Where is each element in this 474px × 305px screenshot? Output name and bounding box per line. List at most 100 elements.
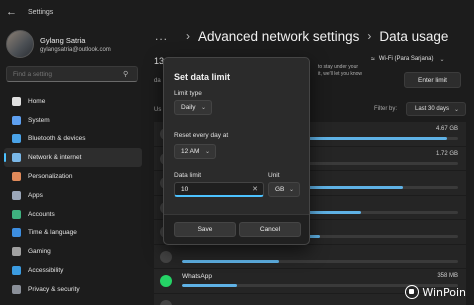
- apps-icon: [12, 190, 21, 200]
- search-icon: ⚲: [123, 71, 129, 78]
- chevron-down-icon: ⌄: [453, 106, 459, 113]
- app-data-size: 1.72 GB: [435, 150, 458, 157]
- reset-time-value: 12 AM: [181, 148, 200, 155]
- chevron-down-icon: ⌄: [288, 187, 294, 193]
- sidebar-nav: Home System Bluetooth & devices Network & i…: [4, 92, 142, 299]
- sidebar-item-label: Accounts: [28, 210, 55, 218]
- filter-label: Filter by:: [374, 106, 398, 112]
- reset-time-select[interactable]: 12 AM ⌄: [174, 144, 216, 159]
- filter-select[interactable]: Last 30 days ⌄: [406, 102, 466, 116]
- sidebar-item-home[interactable]: Home: [4, 92, 142, 111]
- chevron-right-icon: ›: [367, 29, 372, 43]
- app-icon: [160, 299, 172, 305]
- limit-type-label: Limit type: [174, 90, 202, 97]
- dialog-footer: Save Cancel: [164, 214, 309, 244]
- sidebar-item-accessibility[interactable]: Accessibility: [4, 261, 142, 280]
- data-limit-input[interactable]: [181, 185, 247, 193]
- filter-value: Last 30 days: [415, 106, 450, 112]
- page-title: Data usage: [379, 28, 449, 44]
- chevron-down-icon: ⌄: [439, 56, 445, 63]
- sidebar-item-privacy-security[interactable]: Privacy & security: [4, 280, 142, 299]
- shield-icon: [12, 284, 21, 294]
- sidebar-item-label: Home: [28, 97, 46, 105]
- list-item[interactable]: [154, 244, 466, 269]
- save-button[interactable]: Save: [174, 222, 236, 237]
- sidebar-item-label: Time & language: [28, 229, 77, 237]
- avatar: [6, 30, 34, 58]
- home-icon: [12, 96, 21, 106]
- sidebar-item-label: Privacy & security: [28, 285, 80, 293]
- chevron-down-icon: ⌄: [200, 105, 206, 111]
- gamepad-icon: [12, 247, 21, 257]
- network-name: Wi-Fi (Para Sarjana): [378, 56, 434, 62]
- person-icon: [12, 209, 21, 219]
- cancel-button[interactable]: Cancel: [239, 222, 301, 237]
- app-data-size: 4.67 GB: [435, 126, 458, 132]
- clear-icon[interactable]: ✕: [252, 185, 258, 193]
- sidebar-item-gaming[interactable]: Gaming: [4, 242, 142, 261]
- sidebar-item-label: Personalization: [28, 173, 73, 181]
- sidebar-item-personalization[interactable]: Personalization: [4, 167, 142, 186]
- sidebar-item-label: Gaming: [28, 248, 51, 256]
- enter-limit-button[interactable]: Enter limit: [404, 72, 461, 88]
- sidebar-item-apps[interactable]: Apps: [4, 186, 142, 205]
- usage-bar-fill: [182, 259, 279, 263]
- user-profile[interactable]: Gylang Satria gylangsatria@outlook.com: [6, 30, 111, 58]
- limit-type-select[interactable]: Daily ⌄: [174, 100, 212, 115]
- sidebar-item-label: Network & internet: [28, 154, 82, 162]
- chevron-down-icon: ⌄: [204, 149, 210, 155]
- find-setting-box[interactable]: ⚲: [6, 66, 138, 82]
- sidebar-item-label: Apps: [28, 191, 43, 199]
- usage-bar: [182, 259, 458, 263]
- unit-select[interactable]: GB ⌄: [268, 182, 300, 197]
- sidebar: Gylang Satria gylangsatria@outlook.com ⚲…: [0, 24, 146, 305]
- user-name: Gylang Satria: [40, 35, 86, 45]
- sidebar-item-time-language[interactable]: Time & language: [4, 224, 142, 243]
- window-title: Settings: [28, 8, 54, 16]
- limit-type-value: Daily: [181, 104, 196, 111]
- breadcrumb: ... › Advanced network settings › Data u…: [155, 26, 448, 46]
- usage-sub-fragment: da: [154, 78, 161, 84]
- watermark-text: WinPoin: [422, 285, 466, 299]
- sidebar-item-label: System: [28, 116, 50, 124]
- user-email: gylangsatria@outlook.com: [40, 46, 111, 53]
- chevron-right-icon: ›: [186, 29, 191, 43]
- sidebar-item-label: Bluetooth & devices: [28, 135, 86, 143]
- winpoin-watermark: WinPoin: [405, 285, 466, 299]
- globe-icon: [12, 228, 21, 238]
- whatsapp-icon: [160, 275, 172, 287]
- unit-value: GB: [275, 186, 285, 193]
- back-arrow-icon[interactable]: ←: [6, 6, 24, 18]
- data-limit-label: Data limit: [174, 172, 202, 179]
- sidebar-item-accounts[interactable]: Accounts: [4, 205, 142, 224]
- limit-note-line: to stay under your: [318, 64, 359, 70]
- winpoin-logo-icon: [405, 285, 420, 299]
- sidebar-item-system[interactable]: System: [4, 111, 142, 130]
- usage-bar-fill: [182, 284, 238, 287]
- network-select[interactable]: ≈ Wi-Fi (Para Sarjana) ⌄: [371, 52, 467, 66]
- accessibility-icon: [12, 266, 21, 276]
- usage-list-fragment: Us: [154, 107, 162, 113]
- dialog-title: Set data limit: [174, 72, 231, 82]
- set-data-limit-dialog: Set data limit Limit type Daily ⌄ Reset …: [163, 57, 310, 245]
- monitor-icon: [12, 115, 21, 125]
- brush-icon: [12, 172, 21, 182]
- title-bar: ← Settings: [0, 0, 474, 24]
- sidebar-item-network-internet[interactable]: Network & internet: [4, 148, 142, 168]
- search-input[interactable]: [13, 70, 123, 78]
- breadcrumb-parent[interactable]: Advanced network settings: [198, 29, 359, 44]
- data-limit-input-box[interactable]: ✕: [174, 182, 264, 197]
- unit-label: Unit: [268, 172, 280, 179]
- app-name: WhatsApp: [182, 273, 212, 280]
- limit-note-line: it, we'll let you know: [318, 71, 363, 77]
- reset-label: Reset every day at: [174, 132, 229, 139]
- limit-note: to stay under your it, we'll let you kno…: [318, 64, 368, 78]
- sidebar-item-label: Accessibility: [28, 267, 64, 275]
- wifi-icon: [12, 153, 21, 163]
- app-data-size: 358 MB: [437, 273, 458, 279]
- wifi-icon: ≈: [371, 55, 375, 63]
- bluetooth-icon: [12, 134, 21, 144]
- sidebar-item-bluetooth-devices[interactable]: Bluetooth & devices: [4, 130, 142, 149]
- breadcrumb-more-button[interactable]: ...: [155, 29, 168, 43]
- app-icon: [160, 250, 172, 263]
